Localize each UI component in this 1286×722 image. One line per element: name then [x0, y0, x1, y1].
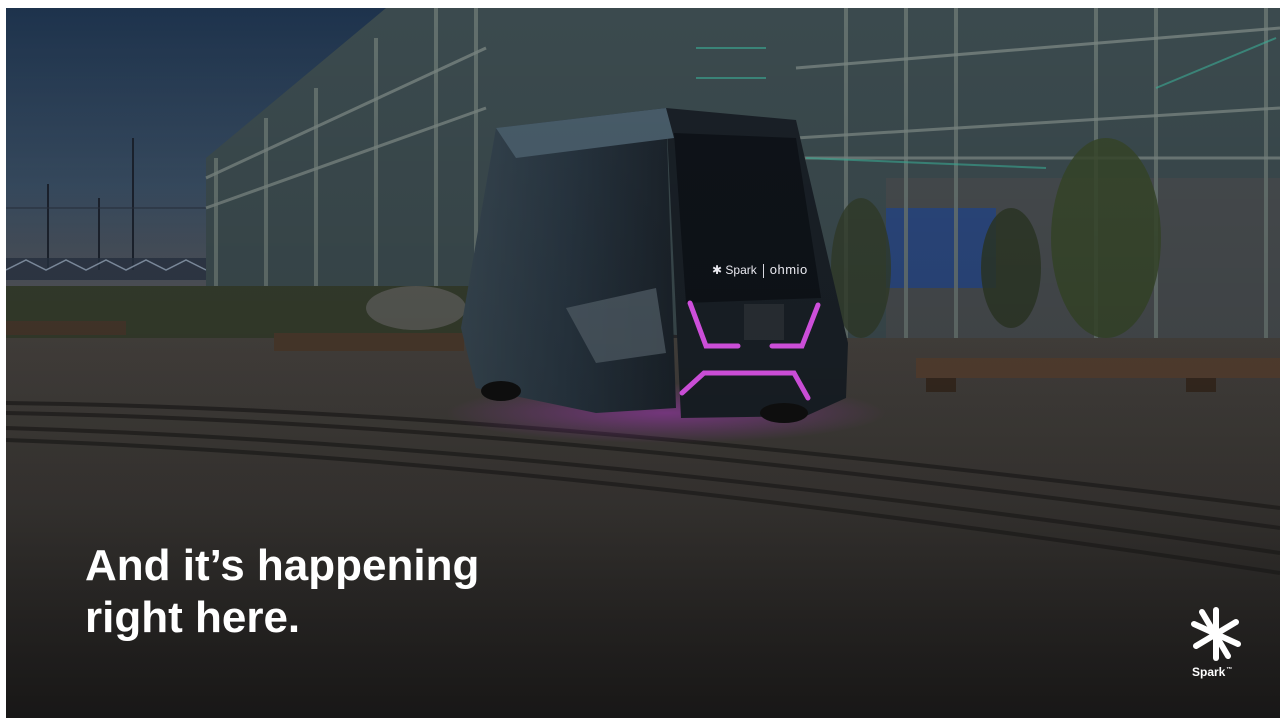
vehicle-brand-spark: Spark — [725, 263, 757, 277]
vehicle-brand-label: ✱ Spark ohmio — [712, 262, 808, 278]
spark-wordmark: Spark™ — [1192, 665, 1233, 679]
spark-logo: Spark™ — [1182, 604, 1248, 684]
headline-line-2: right here. — [85, 593, 301, 642]
headline-line-1: And it’s happening — [85, 541, 480, 590]
slide-headline: And it’s happening right here. — [85, 540, 479, 644]
spark-star-icon — [1191, 607, 1241, 661]
vehicle-brand-ohmio: ohmio — [769, 262, 808, 277]
vehicle-brand-star-icon: ✱ — [712, 263, 723, 277]
photo-slide: ✱ Spark ohmio And it’s happening right he… — [6, 8, 1280, 718]
